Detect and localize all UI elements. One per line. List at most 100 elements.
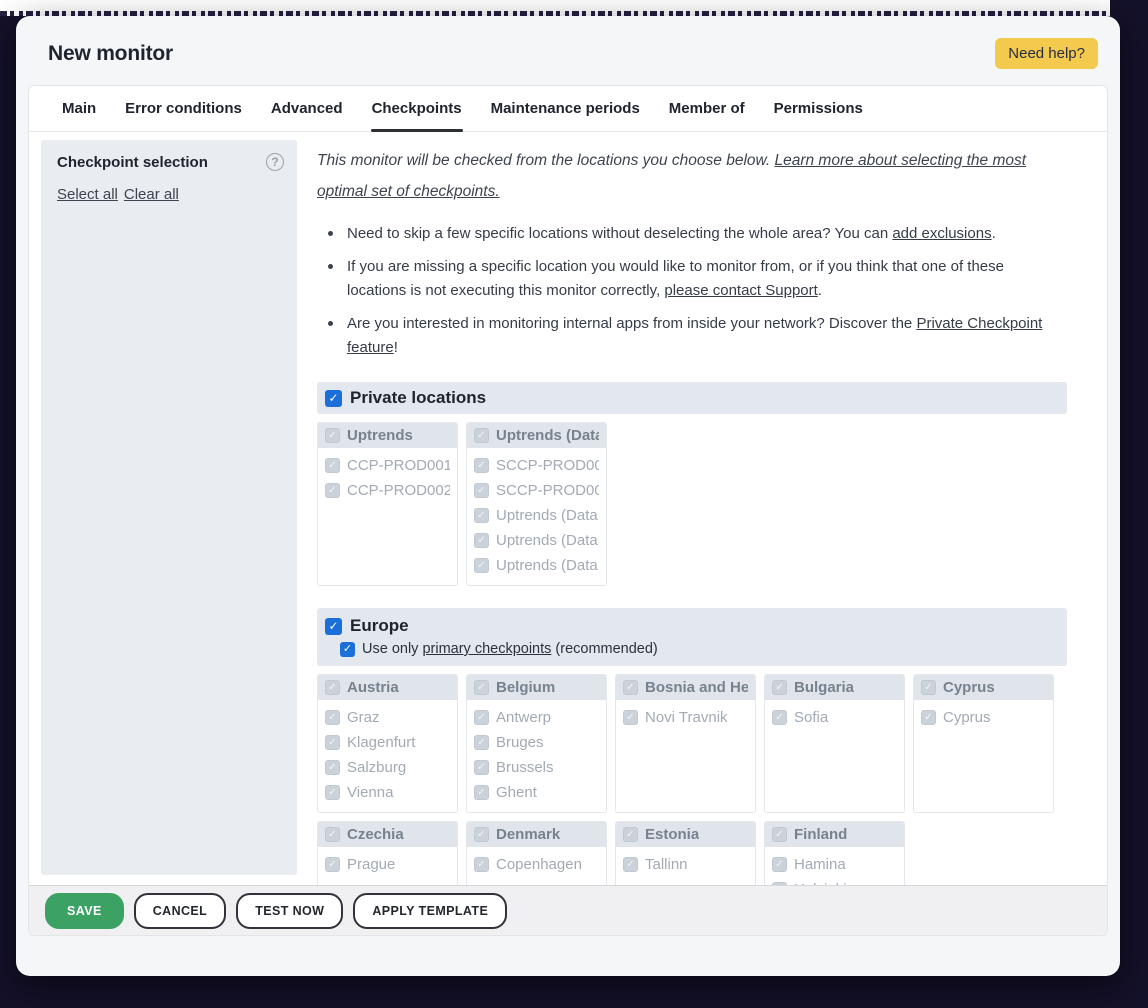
panel-title: Checkpoint selection: [57, 154, 281, 171]
hint-link-please-contact-support[interactable]: please contact Support: [664, 282, 817, 299]
apply-template-button[interactable]: APPLY TEMPLATE: [353, 893, 507, 929]
europe-country-row-2: ✓Czechia✓Prague✓Denmark✓Copenhagen✓Eston…: [317, 821, 1067, 885]
checkpoint-item: ✓Brussels: [474, 755, 599, 780]
checkbox-checked-disabled: ✓: [474, 785, 489, 800]
checkpoint-label: Tallinn: [645, 852, 688, 877]
checkpoint-label: Copenhagen: [496, 852, 582, 877]
monitor-settings-card: Main Error conditions Advanced Checkpoints M…: [28, 85, 1108, 936]
tab-permissions[interactable]: Permissions: [773, 86, 864, 131]
clear-all-link[interactable]: Clear all: [124, 186, 179, 203]
help-question-icon[interactable]: ?: [266, 153, 284, 171]
new-monitor-dialog: New monitor Need help? Main Error conditi…: [16, 16, 1120, 976]
checkpoint-group-czechia: ✓Czechia ✓Prague: [317, 821, 458, 885]
checkpoint-item: ✓ Bruges: [474, 730, 599, 755]
group-name: Uptrends: [347, 427, 413, 444]
tab-maintenance-periods[interactable]: Maintenance periods: [490, 86, 641, 131]
checkbox-checked-disabled: ✓: [921, 710, 936, 725]
hint-text-after: !: [394, 339, 398, 356]
checkpoint-label: Prague: [347, 852, 395, 877]
private-locations-label: Private locations: [350, 388, 486, 408]
group-header-belgium: ✓Belgium: [467, 675, 606, 700]
checkbox-checked-disabled: ✓: [474, 428, 489, 443]
checkpoint-group-bulgaria: ✓Bulgaria ✓ Sofia: [764, 674, 905, 813]
checkpoint-label: Ghent: [496, 780, 537, 805]
group-header-uptrends: ✓Uptrends: [318, 423, 457, 448]
checkpoint-item: ✓ CCP-PROD002 ...: [325, 478, 450, 503]
hint-text-after: .: [818, 282, 822, 299]
checkpoint-item: ✓Uptrends (Data...: [474, 553, 599, 578]
checkbox-checked-disabled: ✓: [772, 857, 787, 872]
cancel-button[interactable]: CANCEL: [134, 893, 226, 929]
need-help-button[interactable]: Need help?: [995, 38, 1098, 69]
checkpoint-item: ✓Klagenfurt: [325, 730, 450, 755]
checkbox-checked-disabled: ✓: [623, 680, 638, 695]
primary-checkpoints-checkbox[interactable]: ✓: [340, 642, 355, 657]
group-header-bulgaria: ✓Bulgaria: [765, 675, 904, 700]
checkpoint-label: Bruges: [496, 730, 544, 755]
checkpoint-label: CCP-PROD002 ...: [347, 478, 450, 503]
checkbox-checked-disabled: ✓: [474, 827, 489, 842]
primary-checkpoints-text: Use only primary checkpoints (recommende…: [362, 641, 658, 657]
group-checkpoint-list: ✓Hamina✓Helsinki✓Oulu: [765, 847, 904, 885]
private-locations-checkbox[interactable]: ✓: [325, 390, 342, 407]
checkpoint-label: Novi Travnik: [645, 705, 728, 730]
checkpoint-label: Vienna: [347, 780, 393, 805]
checkpoint-label: Brussels: [496, 755, 554, 780]
group-name: Denmark: [496, 826, 560, 843]
checkpoint-item: ✓Graz: [325, 705, 450, 730]
checkbox-checked-disabled: ✓: [623, 710, 638, 725]
group-name: Bulgaria: [794, 679, 854, 696]
checkpoint-group-uptrends-data: ✓Uptrends (Data…✓SCCP-PROD00...✓SCCP-PRO…: [466, 422, 607, 586]
checkbox-checked-disabled: ✓: [772, 710, 787, 725]
private-location-groups: ✓Uptrends✓CCP-PROD001 ...✓CCP-PROD002 ..…: [317, 422, 1067, 586]
group-name: Cyprus: [943, 679, 995, 696]
test-now-button[interactable]: TEST NOW: [236, 893, 343, 929]
group-header-czechia: ✓Czechia: [318, 822, 457, 847]
checkpoint-item: ✓SCCP-PROD00...: [474, 453, 599, 478]
checkpoint-locations-main: This monitor will be checked from the lo…: [297, 132, 1107, 885]
save-button[interactable]: SAVE: [45, 893, 124, 929]
group-header-austria: ✓Austria: [318, 675, 457, 700]
group-header-bosnia-and-her: ✓ Bosnia and Her…: [616, 675, 755, 700]
checkpoint-label: Sofia: [794, 705, 828, 730]
group-name: Belgium: [496, 679, 555, 696]
checkpoint-item: ✓Vienna: [325, 780, 450, 805]
group-name: Bosnia and Her…: [645, 679, 748, 696]
primary-checkpoints-link[interactable]: primary checkpoints: [422, 641, 551, 657]
private-locations-section-header: ✓ Private locations: [317, 382, 1067, 414]
tab-advanced[interactable]: Advanced: [270, 86, 344, 131]
checkbox-checked-disabled: ✓: [474, 508, 489, 523]
group-name: Czechia: [347, 826, 404, 843]
checkbox-checked-disabled: ✓: [325, 760, 340, 775]
checkpoint-item: ✓Prague: [325, 852, 450, 877]
select-all-link[interactable]: Select all: [57, 186, 118, 203]
checkpoint-label: SCCP-PROD00...: [496, 453, 599, 478]
checkpoint-item: ✓Hamina: [772, 852, 897, 877]
group-checkpoint-list: ✓ Sofia: [765, 700, 904, 812]
checkbox-checked-disabled: ✓: [623, 827, 638, 842]
tab-error-conditions[interactable]: Error conditions: [124, 86, 243, 131]
group-header-cyprus: ✓Cyprus: [914, 675, 1053, 700]
sub-text-after: (recommended): [551, 641, 657, 657]
group-checkpoint-list: ✓Cyprus: [914, 700, 1053, 812]
checkpoint-label: Helsinki: [794, 877, 847, 885]
hint-link-add-exclusions[interactable]: add exclusions: [892, 225, 991, 242]
intro-text: This monitor will be checked from the lo…: [317, 145, 1067, 207]
group-checkpoint-list: ✓Graz✓Klagenfurt ✓ Salzburg✓Vienna: [318, 700, 457, 812]
checkbox-checked-disabled: ✓: [474, 735, 489, 750]
tab-main[interactable]: Main: [61, 86, 97, 131]
checkpoint-item: ✓ Sofia: [772, 705, 897, 730]
dialog-header: New monitor Need help?: [16, 16, 1120, 85]
sub-text-before: Use only: [362, 641, 422, 657]
tab-member-of[interactable]: Member of: [668, 86, 746, 131]
checkpoint-group-austria: ✓Austria ✓Graz✓Klagenfurt ✓ Salzburg✓Vienna: [317, 674, 458, 813]
group-checkpoint-list: ✓ Copenhagen: [467, 847, 606, 885]
checkbox-checked-disabled: ✓: [325, 483, 340, 498]
tab-checkpoints[interactable]: Checkpoints: [371, 86, 463, 131]
group-checkpoint-list: ✓SCCP-PROD00...✓SCCP-PROD00...✓Uptrends …: [467, 448, 606, 585]
checkpoint-label: Salzburg: [347, 755, 406, 780]
checkbox-checked-disabled: ✓: [474, 857, 489, 872]
checkbox-checked-disabled: ✓: [772, 827, 787, 842]
action-bar: SAVE CANCEL TEST NOW APPLY TEMPLATE: [29, 885, 1107, 935]
europe-checkbox[interactable]: ✓: [325, 618, 342, 635]
